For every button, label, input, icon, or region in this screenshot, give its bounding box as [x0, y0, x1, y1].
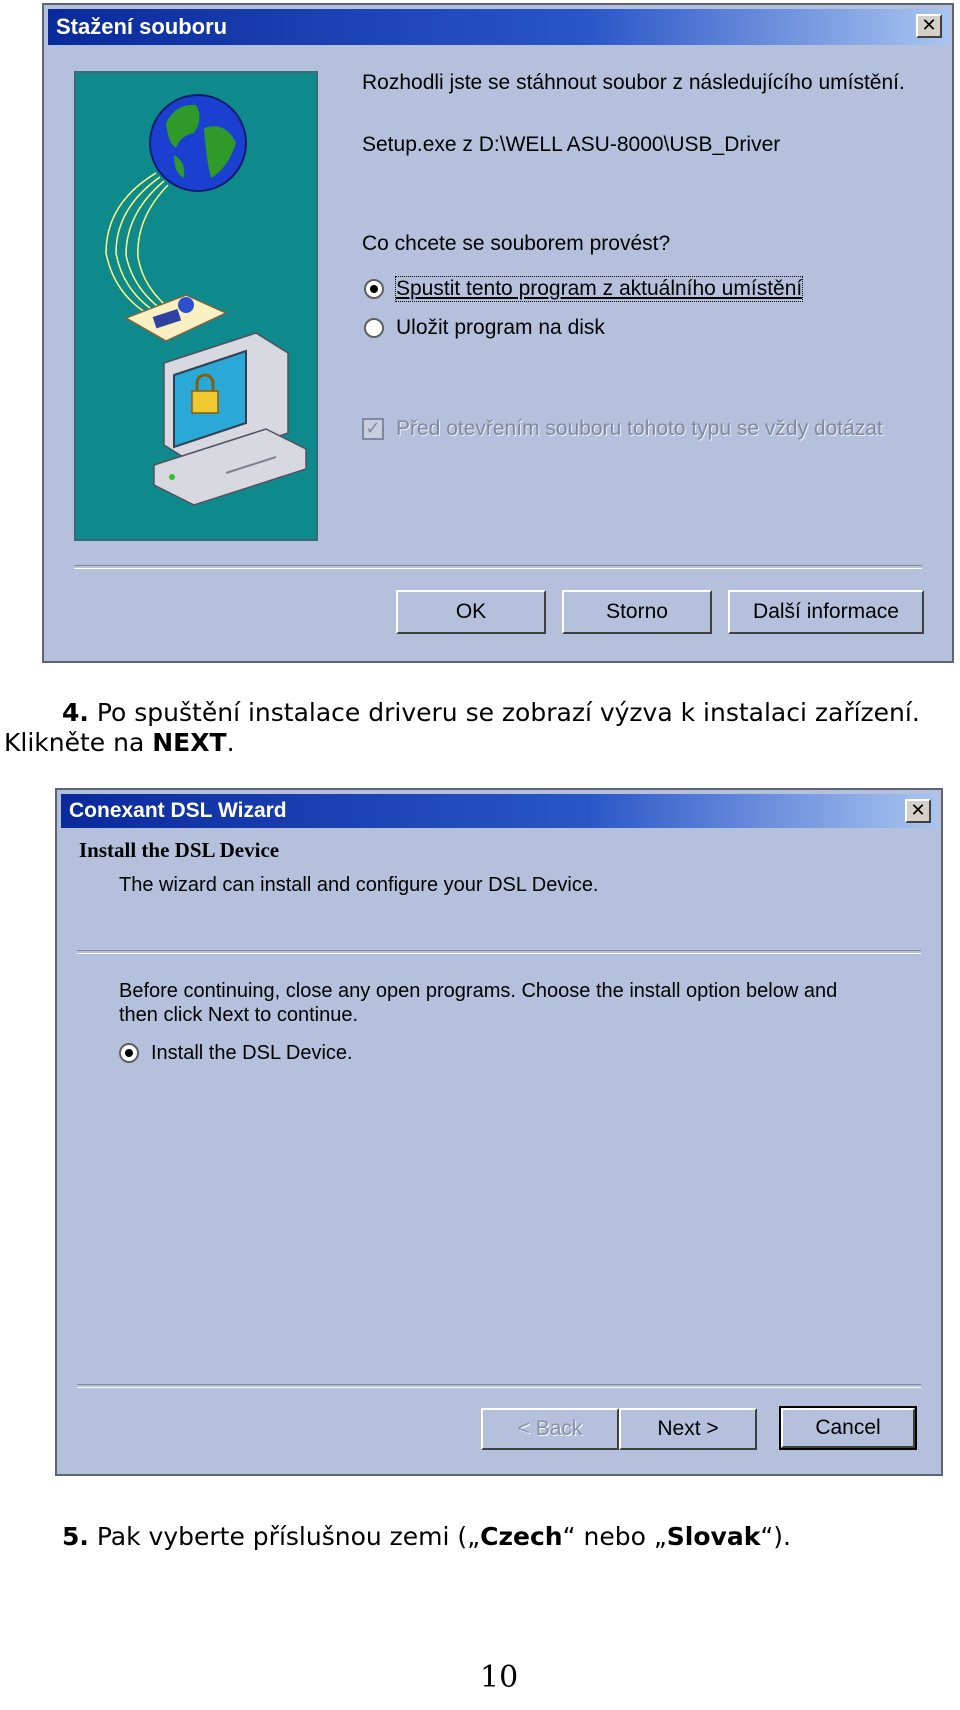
- step-5-text-c: “).: [760, 1522, 791, 1551]
- wizard-heading: Install the DSL Device: [79, 838, 280, 862]
- step-5-number: 5.: [62, 1522, 89, 1551]
- run-from-location-label: Spustit tento program z aktuálního umíst…: [394, 276, 804, 302]
- always-ask-label: Před otevřením souboru tohoto typu se vž…: [396, 417, 883, 440]
- step-4-caption: 4. Po spuštění instalace driveru se zobr…: [62, 698, 920, 727]
- download-dialog: Stažení souboru ✕ Rozhodli jste se stáhn…: [42, 3, 954, 663]
- download-intro-text: Rozhodli jste se stáhnout soubor z násle…: [362, 71, 905, 94]
- step-4-line2-suffix: .: [226, 728, 235, 757]
- ok-button[interactable]: OK: [396, 590, 546, 634]
- step-4-number: 4.: [62, 698, 89, 727]
- save-to-disk-label: Uložit program na disk: [396, 316, 605, 339]
- wizard-instruction-line1: Before continuing, close any open progra…: [119, 980, 838, 1002]
- download-location-text: Setup.exe z D:\WELL ASU-8000\USB_Driver: [362, 133, 781, 156]
- step-4-line2-prefix: Klikněte na: [4, 728, 153, 757]
- step-4-text: Po spuštění instalace driveru se zobrazí…: [88, 698, 920, 727]
- install-dsl-device-radio[interactable]: Install the DSL Device.: [119, 1040, 379, 1068]
- download-dialog-titlebar[interactable]: Stažení souboru ✕: [48, 9, 948, 45]
- radio-selected-icon[interactable]: [119, 1043, 139, 1063]
- step-5-caption: 5. Pak vyberte příslušnou zemi („Czech“ …: [62, 1522, 791, 1551]
- wizard-instruction-line2: then click Next to continue.: [119, 1004, 359, 1026]
- step-5-slovak: Slovak: [666, 1522, 761, 1551]
- checkmark-icon: ✓: [362, 418, 384, 440]
- globe-download-illustration: [74, 71, 318, 541]
- download-dialog-title: Stažení souboru: [56, 14, 228, 39]
- radio-selected-icon[interactable]: [364, 279, 384, 299]
- cancel-button[interactable]: Storno: [562, 590, 712, 634]
- download-question-text: Co chcete se souborem provést?: [362, 232, 671, 255]
- wizard-header-divider: [77, 950, 921, 954]
- close-icon[interactable]: ✕: [916, 14, 942, 38]
- close-icon[interactable]: ✕: [905, 799, 931, 823]
- radio-unselected-icon[interactable]: [364, 318, 384, 338]
- step-5-text-b: “ nebo „: [562, 1522, 667, 1551]
- more-info-button[interactable]: Další informace: [728, 590, 924, 634]
- step-4-caption-line2: Klikněte na NEXT.: [4, 728, 235, 757]
- dsl-wizard-titlebar[interactable]: Conexant DSL Wizard ✕: [61, 794, 937, 828]
- dsl-wizard-title: Conexant DSL Wizard: [69, 799, 287, 822]
- back-button[interactable]: < Back: [481, 1408, 619, 1450]
- cancel-button[interactable]: Cancel: [779, 1406, 917, 1450]
- always-ask-checkbox: ✓ Před otevřením souboru tohoto typu se …: [362, 415, 922, 445]
- globe-computer-lock-icon: [105, 94, 307, 506]
- page-number: 10: [480, 1660, 519, 1695]
- step-5-text-a: Pak vyberte příslušnou zemi („: [88, 1522, 481, 1551]
- install-dsl-device-label: Install the DSL Device.: [151, 1042, 353, 1064]
- step-5-czech: Czech: [480, 1522, 563, 1551]
- wizard-footer-divider: [77, 1384, 921, 1388]
- step-4-next-keyword: NEXT: [152, 728, 227, 757]
- download-dialog-divider: [74, 565, 922, 569]
- wizard-subheading: The wizard can install and configure you…: [119, 874, 599, 896]
- save-to-disk-radio[interactable]: Uložit program na disk: [362, 314, 662, 344]
- dsl-wizard-dialog: Conexant DSL Wizard ✕ Install the DSL De…: [55, 788, 943, 1476]
- next-button[interactable]: Next >: [619, 1408, 757, 1450]
- run-from-location-radio[interactable]: Spustit tento program z aktuálního umíst…: [362, 275, 822, 305]
